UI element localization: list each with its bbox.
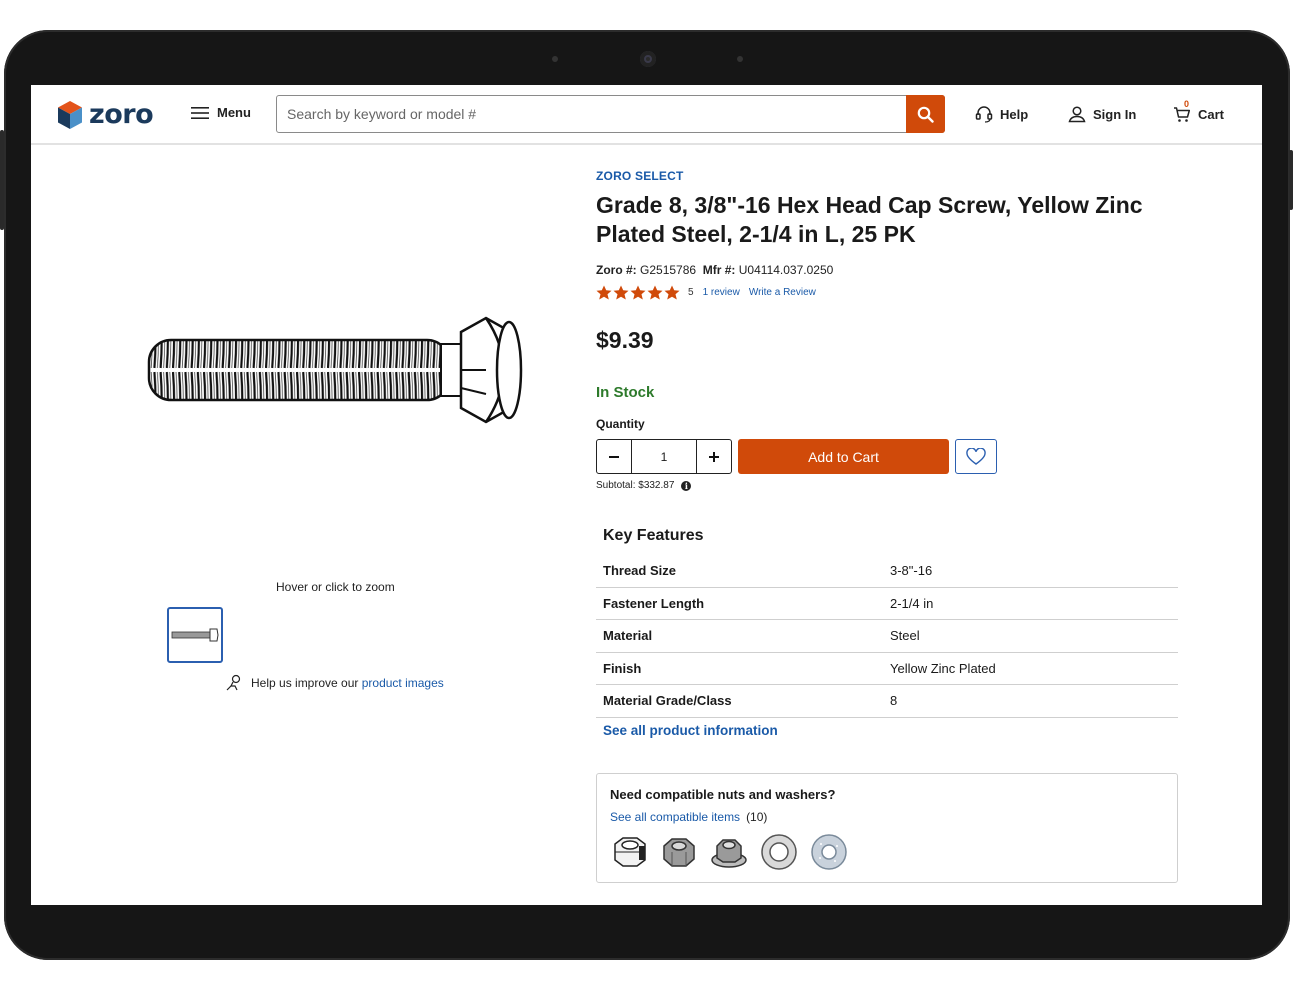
help-label: Help [1000, 106, 1029, 122]
quantity-input[interactable]: 1 [631, 440, 697, 473]
cart-count-badge: 0 [1184, 99, 1190, 109]
star-icon [596, 285, 612, 300]
hex-bolt-thumb-icon [171, 628, 219, 642]
write-review-link[interactable]: Write a Review [749, 287, 816, 298]
star-icon [613, 285, 629, 300]
rating-value: 5 [688, 287, 694, 298]
feature-value: 8 [890, 693, 898, 709]
mfr-number: U04114.037.0250 [738, 263, 834, 277]
feature-value: Steel [890, 628, 920, 644]
mfr-number-label: Mfr #: [702, 263, 736, 277]
table-row: Material Grade/Class 8 [596, 685, 1178, 718]
logo-cube-icon [58, 100, 82, 129]
sign-in-link[interactable]: Sign In [1068, 105, 1136, 123]
feature-label: Material Grade/Class [603, 693, 732, 709]
compatible-link-row: See all compatible items (10) [610, 810, 767, 824]
search-bar [276, 95, 945, 133]
minus-icon [609, 455, 619, 458]
menu-button[interactable]: Menu [191, 105, 251, 120]
quantity-label: Quantity [596, 417, 645, 431]
info-icon[interactable]: i [681, 480, 692, 491]
feature-label: Fastener Length [603, 595, 705, 611]
search-button[interactable] [906, 95, 945, 133]
help-link[interactable]: Help [975, 105, 1028, 123]
flat-washer-icon[interactable] [759, 832, 799, 872]
key-features-table: Thread Size 3-8"-16 Fastener Length 2-1/… [596, 555, 1178, 718]
zoro-number: G2515786 [640, 263, 697, 277]
site-header: zoro Menu Search by keyword or model # H… [31, 85, 1262, 145]
browser-viewport: zoro Menu Search by keyword or model # H… [31, 85, 1262, 905]
feature-value: 3-8"-16 [890, 563, 933, 579]
search-icon [917, 106, 934, 123]
improve-text: Help us improve our [251, 676, 359, 690]
hamburger-icon [191, 106, 209, 119]
hex-bolt-image [147, 316, 523, 424]
subtotal: Subtotal: $332.87 i [596, 480, 692, 491]
rating-row: 5 1 review Write a Review [596, 285, 816, 300]
feature-value: Yellow Zinc Plated [890, 660, 996, 676]
sign-in-label: Sign In [1093, 106, 1137, 122]
increase-quantity-button[interactable] [697, 440, 731, 473]
product-ids: Zoro #: G2515786 Mfr #: U04114.037.0250 [596, 263, 833, 277]
zoro-logo[interactable]: zoro [57, 99, 154, 130]
user-icon [1068, 106, 1086, 123]
side-button [1289, 150, 1293, 210]
star-icon [664, 285, 680, 300]
table-row: Finish Yellow Zinc Plated [596, 653, 1178, 685]
feature-label: Finish [603, 660, 642, 676]
cart-link[interactable]: 0 Cart [1173, 99, 1225, 123]
cart-icon-wrap: 0 [1173, 99, 1191, 123]
see-compatible-items-link[interactable]: See all compatible items [610, 810, 740, 824]
table-row: Fastener Length 2-1/4 in [596, 588, 1178, 620]
flange-nut-icon[interactable] [709, 832, 749, 872]
see-all-product-info-link[interactable]: See all product information [603, 723, 778, 738]
decrease-quantity-button[interactable] [597, 440, 631, 473]
feature-value: 2-1/4 in [890, 595, 934, 611]
cart-label: Cart [1198, 106, 1225, 122]
menu-label: Menu [217, 105, 251, 120]
headset-icon [975, 106, 993, 123]
add-to-list-button[interactable] [955, 439, 997, 474]
sensor-dot [737, 56, 743, 62]
star-icon [630, 285, 646, 300]
brand-label[interactable]: ZORO SELECT [596, 169, 684, 183]
compatible-title: Need compatible nuts and washers? [610, 787, 836, 802]
lock-washer-icon[interactable] [809, 832, 849, 872]
table-row: Material Steel [596, 620, 1178, 653]
feedback-icon [226, 674, 241, 691]
add-to-cart-button[interactable]: Add to Cart [738, 439, 949, 474]
search-input[interactable] [277, 96, 906, 132]
heart-icon [966, 447, 986, 465]
zoro-number-label: Zoro #: [596, 263, 637, 277]
hex-nut-icon[interactable] [659, 832, 699, 872]
subtotal-text: Subtotal: $332.87 [596, 480, 675, 491]
camera [640, 51, 656, 67]
star-icon [647, 285, 663, 300]
feature-label: Thread Size [603, 563, 676, 579]
table-row: Thread Size 3-8"-16 [596, 555, 1178, 588]
product-title: Grade 8, 3/8"-16 Hex Head Cap Screw, Yel… [596, 192, 1143, 247]
compatible-count: (10) [746, 810, 768, 824]
quantity-stepper: 1 [596, 439, 732, 474]
key-features-title: Key Features [603, 527, 704, 544]
product-images-link[interactable]: product images [362, 676, 444, 690]
compatible-items-list [609, 832, 849, 872]
side-button [0, 130, 4, 230]
nylon-lock-nut-icon[interactable] [609, 832, 649, 872]
review-count-link[interactable]: 1 review [703, 287, 740, 298]
compatible-items-card: Need compatible nuts and washers? See al… [596, 773, 1178, 883]
stock-status: In Stock [596, 384, 655, 401]
logo-text: zoro [89, 99, 154, 130]
product-price: $9.39 [596, 327, 654, 353]
zoom-hint: Hover or click to zoom [276, 580, 395, 594]
feature-label: Material [603, 628, 653, 644]
product-main-image[interactable] [141, 310, 531, 430]
improve-images: Help us improve our product images [225, 674, 444, 692]
star-rating[interactable] [596, 285, 680, 300]
product-thumbnail[interactable] [167, 607, 223, 663]
sensor-dot [552, 56, 558, 62]
plus-icon [709, 451, 719, 462]
